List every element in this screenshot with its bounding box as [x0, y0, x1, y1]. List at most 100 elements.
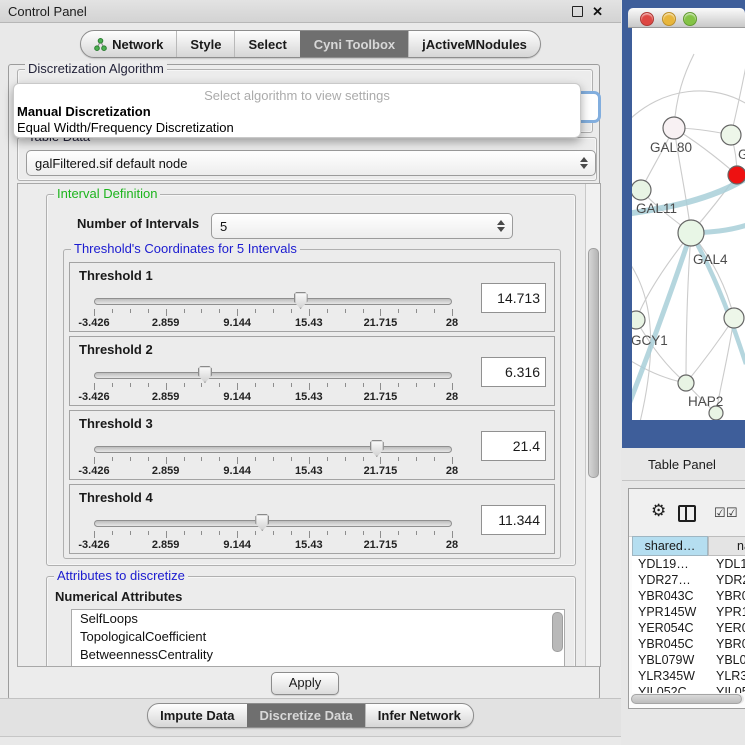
gear-icon[interactable]: ⚙: [651, 502, 666, 519]
tick-mark: [291, 531, 292, 535]
cell-shared-name[interactable]: YBR043C: [632, 588, 708, 604]
panel-title: Control Panel: [0, 4, 87, 19]
float-window-icon[interactable]: [572, 6, 583, 17]
mac-minimize-button[interactable]: [662, 12, 676, 26]
tab-style[interactable]: Style: [176, 31, 234, 57]
threshold-value-field[interactable]: 6.316: [481, 357, 546, 387]
threshold-value-field[interactable]: 21.4: [481, 431, 546, 461]
threshold-value-field[interactable]: 11.344: [481, 505, 546, 535]
network-node-1[interactable]: [721, 125, 741, 145]
number-of-intervals-combo[interactable]: 5: [211, 213, 513, 239]
cell-name[interactable]: YBR04: [708, 636, 745, 652]
panel-scrollbar-thumb[interactable]: [588, 248, 599, 478]
slider-handle[interactable]: [255, 514, 269, 531]
tab-infer-network[interactable]: Infer Network: [365, 704, 473, 727]
column-header-name[interactable]: na: [708, 536, 745, 556]
network-canvas[interactable]: GAL80G.CGAL11GAL4GCY1HHAP2: [632, 28, 745, 420]
network-window-titlebar[interactable]: [628, 8, 745, 28]
slider-handle[interactable]: [198, 366, 212, 383]
table-row[interactable]: YPR145WYPR14: [632, 604, 745, 620]
table-data-combo[interactable]: galFiltered.sif default node: [26, 150, 596, 176]
apply-button[interactable]: Apply: [271, 672, 339, 695]
group-title: Discretization Algorithm: [25, 61, 167, 76]
slider-handle[interactable]: [294, 292, 308, 309]
threshold-list: Threshold 1-3.4262.8599.14415.4321.71528…: [69, 262, 555, 554]
threshold-label: Threshold 3: [79, 416, 153, 431]
tick-mark: [94, 457, 95, 464]
table-row[interactable]: YBR045CYBR04: [632, 636, 745, 652]
table-row[interactable]: YDR27…YDR27: [632, 572, 745, 588]
table-hscrollbar-thumb[interactable]: [631, 694, 742, 704]
network-node-2[interactable]: [728, 166, 745, 184]
tick-mark: [380, 457, 381, 464]
tick-mark: [309, 531, 310, 538]
tick-label: 2.859: [152, 391, 180, 403]
cell-name[interactable]: YBL07: [708, 652, 745, 668]
tick-mark: [148, 531, 149, 535]
column-header-shared-name[interactable]: shared…: [632, 536, 708, 556]
table-row[interactable]: YBR043CYBR04: [632, 588, 745, 604]
cell-shared-name[interactable]: YDL19…: [632, 556, 708, 572]
cell-shared-name[interactable]: YLR345W: [632, 668, 708, 684]
table-row[interactable]: YER054CYER05: [632, 620, 745, 636]
tab-discretize-data[interactable]: Discretize Data: [247, 704, 365, 727]
checkbox-icon[interactable]: ☑: [726, 506, 738, 519]
interval-definition-group: Interval Definition Number of Intervals …: [46, 194, 576, 566]
algorithm-option-equal-width[interactable]: Equal Width/Frequency Discretization: [14, 119, 580, 135]
threshold-slider[interactable]: -3.4262.8599.14415.4321.71528: [94, 365, 452, 401]
threshold-slider[interactable]: -3.4262.8599.14415.4321.71528: [94, 513, 452, 549]
threshold-slider[interactable]: -3.4262.8599.14415.4321.71528: [94, 439, 452, 475]
table-row[interactable]: YIL052CYIL05: [632, 684, 745, 693]
cell-shared-name[interactable]: YIL052C: [632, 684, 708, 693]
tick-mark: [363, 457, 364, 461]
slider-ticks: [94, 457, 452, 465]
algorithm-option-manual[interactable]: Manual Discretization: [14, 103, 580, 119]
network-node-5[interactable]: [632, 311, 645, 329]
table-row[interactable]: YBL079WYBL07: [632, 652, 745, 668]
cell-shared-name[interactable]: YPR145W: [632, 604, 708, 620]
mac-close-button[interactable]: [640, 12, 654, 26]
cell-name[interactable]: YIL05: [708, 684, 745, 693]
tick-label: -3.426: [78, 539, 109, 551]
checkbox-icon[interactable]: ☑: [714, 506, 726, 519]
tab-jactivemnodules[interactable]: jActiveMNodules: [408, 31, 540, 57]
attribute-item-topologicalcoefficient[interactable]: TopologicalCoefficient: [72, 628, 564, 646]
cell-shared-name[interactable]: YER054C: [632, 620, 708, 636]
tick-label: 2.859: [152, 317, 180, 329]
tab-network[interactable]: Network: [81, 31, 176, 57]
list-scrollbar-thumb[interactable]: [552, 612, 563, 652]
group-title: Interval Definition: [54, 186, 160, 201]
network-node-0[interactable]: [663, 117, 685, 139]
table-row[interactable]: YLR345WYLR34: [632, 668, 745, 684]
cell-shared-name[interactable]: YBL079W: [632, 652, 708, 668]
network-node-3[interactable]: [632, 180, 651, 200]
cell-name[interactable]: YDR27: [708, 572, 745, 588]
slider-ticks: [94, 531, 452, 539]
network-node-4[interactable]: [678, 220, 704, 246]
mac-zoom-button[interactable]: [683, 12, 697, 26]
table-row[interactable]: YDL19…YDL19: [632, 556, 745, 572]
threshold-slider[interactable]: -3.4262.8599.14415.4321.71528: [94, 291, 452, 327]
algorithm-dropdown-popup: Select algorithm to view settings Manual…: [13, 83, 581, 138]
cell-name[interactable]: YBR04: [708, 588, 745, 604]
table-toolbar: ⚙ ☑ ☑: [629, 489, 745, 537]
cell-name[interactable]: YLR34: [708, 668, 745, 684]
close-icon[interactable]: ✕: [592, 5, 603, 18]
tick-mark: [291, 309, 292, 313]
tab-cyni-toolbox[interactable]: Cyni Toolbox: [300, 31, 408, 57]
tab-select[interactable]: Select: [234, 31, 299, 57]
cell-shared-name[interactable]: YDR27…: [632, 572, 708, 588]
split-columns-icon[interactable]: [678, 505, 696, 522]
network-node-7[interactable]: [678, 375, 694, 391]
cell-name[interactable]: YDL19: [708, 556, 745, 572]
attribute-item-betweennesscentrality[interactable]: BetweennessCentrality: [72, 646, 564, 664]
tab-impute-data[interactable]: Impute Data: [148, 704, 246, 727]
attribute-item-selfloops[interactable]: SelfLoops: [72, 610, 564, 628]
threshold-value-field[interactable]: 14.713: [481, 283, 546, 313]
cell-shared-name[interactable]: YBR045C: [632, 636, 708, 652]
cell-name[interactable]: YER05: [708, 620, 745, 636]
network-node-6[interactable]: [724, 308, 744, 328]
tick-mark: [255, 309, 256, 313]
cell-name[interactable]: YPR14: [708, 604, 745, 620]
slider-handle[interactable]: [370, 440, 384, 457]
